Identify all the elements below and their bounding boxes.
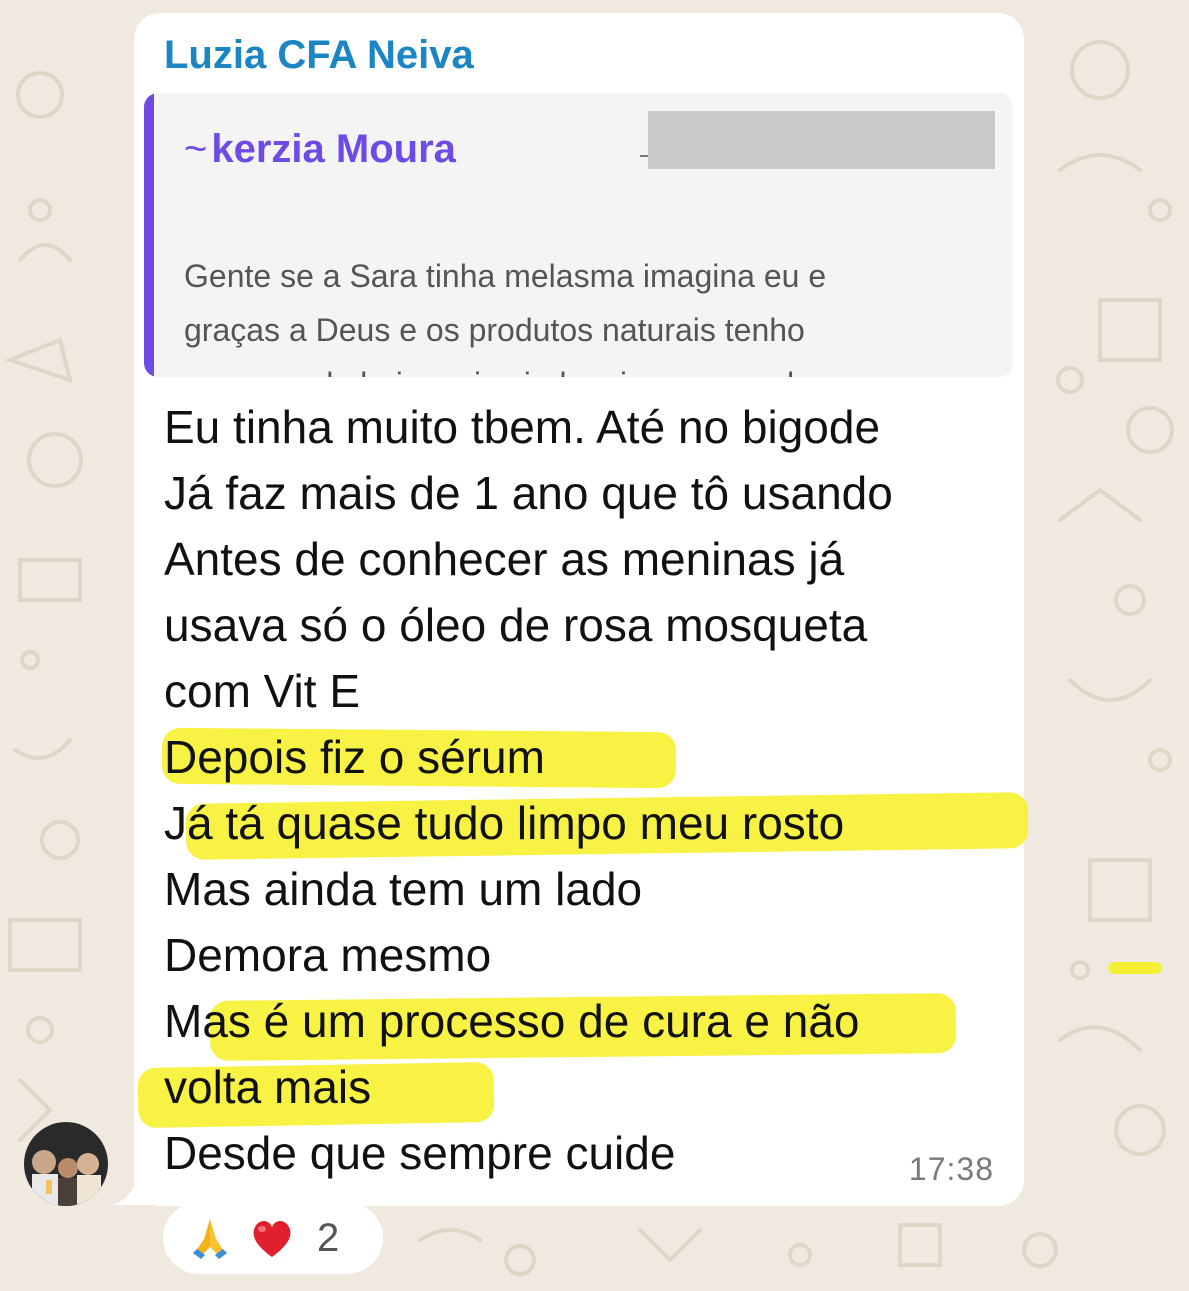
- quote-dash: [640, 155, 648, 157]
- quoted-author-name: kerzia Moura: [211, 127, 456, 171]
- message-timestamp: 17:38: [908, 1151, 994, 1187]
- quoted-author: ~ kerzia Moura: [184, 127, 456, 172]
- quoted-text-line: Gente se a Sara tinha melasma imagina eu…: [184, 258, 827, 294]
- message-text-line: Depois fiz o sérum: [164, 731, 545, 783]
- message-text-line: Mas é um processo de cura e não: [164, 995, 860, 1047]
- quoted-text-line: quase nada hoje mais ainda mim encomod..…: [184, 364, 821, 377]
- message-text-line: volta mais: [164, 1061, 372, 1113]
- message-text-line: Desde que sempre cuide: [164, 1127, 676, 1179]
- message-text-line: Demora mesmo: [164, 929, 492, 981]
- message-bubble[interactable]: Luzia CFA Neiva ~ kerzia Moura Gente se a…: [134, 13, 1029, 1206]
- message-text-line: Eu tinha muito tbem. Até no bigode: [164, 401, 881, 453]
- reaction-count: 2: [317, 1215, 340, 1260]
- message-text-line: Mas ainda tem um lado: [164, 863, 643, 915]
- message-text-line: Antes de conhecer as meninas já: [164, 533, 845, 585]
- redacted-phone-number: [648, 111, 995, 169]
- message-text-line: com Vit E: [164, 665, 360, 717]
- sender-name[interactable]: Luzia CFA Neiva: [164, 33, 474, 78]
- sender-avatar[interactable]: [24, 1122, 108, 1206]
- message-text-line: Já faz mais de 1 ano que tô usando: [164, 467, 893, 519]
- quoted-message[interactable]: ~ kerzia Moura Gente se a Sara tinha mela…: [144, 93, 1013, 377]
- reactions-pill[interactable]: 2: [163, 1202, 383, 1274]
- folded-hands-icon: [193, 1219, 227, 1259]
- quote-accent-bar: [144, 93, 154, 377]
- red-heart-icon: [253, 1221, 291, 1257]
- message-text-line: usava só o óleo de rosa mosqueta: [164, 599, 868, 651]
- message-text-line: Já tá quase tudo limpo meu rosto: [164, 797, 845, 849]
- quoted-author-prefix: ~: [184, 127, 208, 171]
- quoted-text-line: graças a Deus e os produtos naturais ten…: [184, 312, 805, 348]
